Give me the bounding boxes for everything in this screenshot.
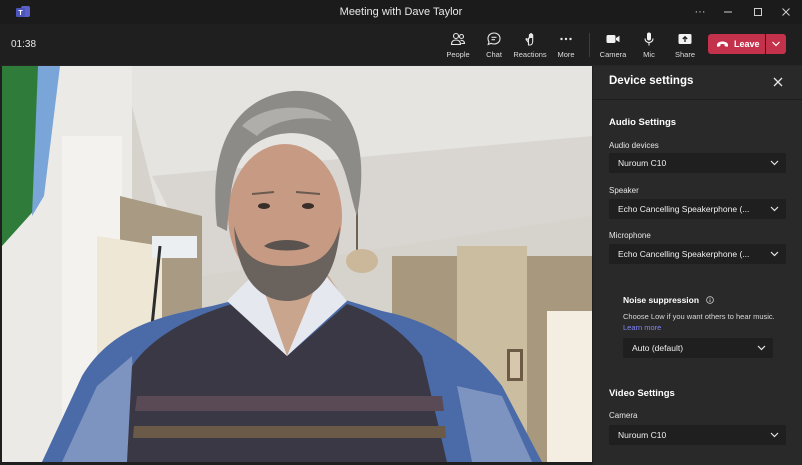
people-button[interactable]: People xyxy=(441,28,475,62)
people-icon xyxy=(450,32,466,46)
close-icon xyxy=(782,8,790,16)
chat-button[interactable]: Chat xyxy=(477,28,511,62)
toolbar-divider xyxy=(589,33,590,57)
leave-button[interactable]: Leave xyxy=(708,34,765,54)
leave-label: Leave xyxy=(734,39,760,49)
share-screen-icon xyxy=(678,34,692,44)
panel-divider xyxy=(593,99,802,100)
share-label: Share xyxy=(674,50,695,59)
panel-title: Device settings xyxy=(609,75,694,87)
device-settings-panel: Device settings Audio Settings Audio dev… xyxy=(593,66,802,465)
people-label: People xyxy=(446,50,470,59)
video-settings-heading: Video Settings xyxy=(609,388,675,399)
noise-suppression-dropdown[interactable]: Auto (default) xyxy=(623,338,773,358)
window-title: Meeting with Dave Taylor xyxy=(339,6,463,18)
participant-video xyxy=(2,66,592,462)
more-options-button[interactable]: ··· xyxy=(686,2,714,22)
speaker-value: Echo Cancelling Speakerphone (... xyxy=(618,204,750,214)
chevron-down-icon xyxy=(770,160,779,166)
chat-label: Chat xyxy=(486,50,502,59)
camera-label: Camera xyxy=(599,50,627,59)
audio-devices-dropdown[interactable]: Nuroum C10 xyxy=(609,153,786,173)
audio-settings-heading: Audio Settings xyxy=(609,117,677,128)
reactions-icon xyxy=(525,33,534,46)
audio-devices-label: Audio devices xyxy=(609,141,659,150)
noise-suppression-value: Auto (default) xyxy=(632,343,684,353)
reactions-label: Reactions xyxy=(513,50,547,59)
noise-desc-text: Choose Low if you want others to hear mu… xyxy=(623,312,775,321)
camera-icon xyxy=(606,35,620,43)
maximize-button[interactable] xyxy=(744,2,772,22)
more-button[interactable]: More xyxy=(549,28,583,62)
minimize-button[interactable] xyxy=(714,2,742,22)
chat-icon xyxy=(487,32,501,46)
share-button[interactable]: Share xyxy=(668,28,702,62)
chevron-down-icon xyxy=(772,41,780,47)
minimize-icon xyxy=(724,11,732,13)
chevron-down-icon xyxy=(757,345,766,351)
speaker-dropdown[interactable]: Echo Cancelling Speakerphone (... xyxy=(609,199,786,219)
reactions-button[interactable]: Reactions xyxy=(513,28,547,62)
mic-button[interactable]: Mic xyxy=(632,28,666,62)
speaker-label: Speaker xyxy=(609,186,639,195)
microphone-value: Echo Cancelling Speakerphone (... xyxy=(618,249,750,259)
camera-dropdown[interactable]: Nuroum C10 xyxy=(609,425,786,445)
chevron-down-icon xyxy=(770,206,779,212)
more-label: More xyxy=(557,50,575,59)
audio-devices-value: Nuroum C10 xyxy=(618,158,667,168)
camera-button[interactable]: Camera xyxy=(596,28,630,62)
microphone-label: Microphone xyxy=(609,231,651,240)
close-panel-button[interactable] xyxy=(771,75,785,89)
noise-suppression-description: Choose Low if you want others to hear mu… xyxy=(623,311,788,333)
learn-more-link[interactable]: Learn more xyxy=(623,323,661,332)
more-options-icon: ··· xyxy=(694,6,706,18)
noise-suppression-heading: Noise suppression xyxy=(623,295,700,305)
camera-field-label: Camera xyxy=(609,411,638,420)
leave-options-button[interactable] xyxy=(766,34,786,54)
chevron-down-icon xyxy=(770,432,779,438)
webcam-feed-image xyxy=(2,66,592,462)
close-window-button[interactable] xyxy=(772,2,800,22)
microphone-dropdown[interactable]: Echo Cancelling Speakerphone (... xyxy=(609,244,786,264)
meeting-toolbar: 01:38 People Chat Reactions More Camera … xyxy=(0,24,802,66)
chevron-down-icon xyxy=(770,251,779,257)
more-icon xyxy=(560,37,572,41)
maximize-icon xyxy=(754,8,762,16)
mic-label: Mic xyxy=(643,50,655,59)
title-bar: T Meeting with Dave Taylor ··· xyxy=(0,0,802,24)
meeting-timer: 01:38 xyxy=(11,39,37,50)
camera-value: Nuroum C10 xyxy=(618,430,667,440)
hang-up-icon xyxy=(717,41,728,47)
info-icon[interactable] xyxy=(706,296,714,304)
mic-icon xyxy=(644,32,654,46)
